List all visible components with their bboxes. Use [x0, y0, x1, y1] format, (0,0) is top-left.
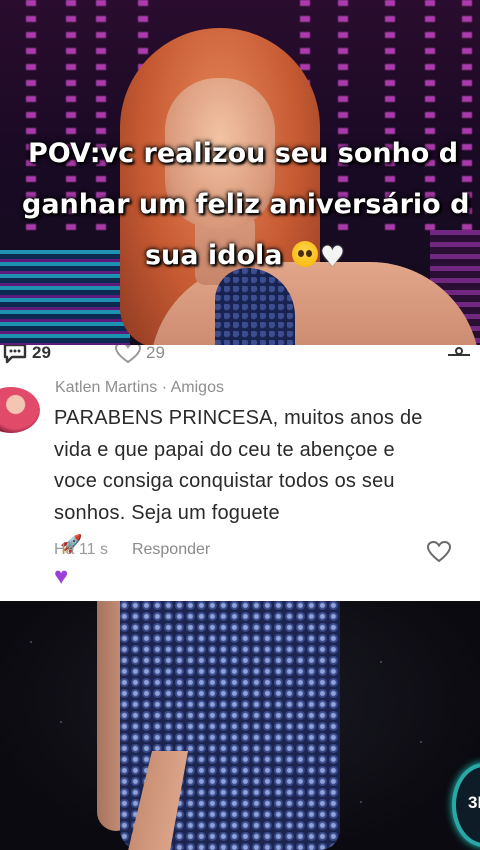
username[interactable]: Katlen Martins — [55, 379, 157, 396]
avatar-image — [0, 387, 40, 433]
pleading-face-icon — [291, 241, 318, 267]
relationship-label: Amigos — [170, 379, 224, 396]
like-heart-icon[interactable] — [426, 541, 452, 563]
caption-line-2: ganhar um feliz aniversário d — [22, 189, 470, 220]
white-heart-icon: ♥ — [319, 240, 346, 273]
like-count-button[interactable]: 29 — [114, 345, 165, 364]
background-sparkle — [420, 741, 422, 743]
reply-count-button[interactable]: 29 — [2, 345, 51, 364]
background-sparkle — [380, 661, 382, 663]
comment-header: Katlen Martins · Amigos — [55, 379, 224, 397]
engagement-bar: 29 29 — [0, 345, 480, 365]
more-options-icon[interactable] — [444, 345, 474, 363]
caption-line-1: POV:vc realizou seu sonho d — [28, 138, 459, 169]
comment-meta: Há 11 s Responder — [54, 541, 210, 559]
like-count: 29 — [146, 345, 165, 362]
separator: · — [157, 379, 171, 396]
video-frame-top[interactable]: POV:vc realizou seu sonho d ganhar um fe… — [0, 0, 480, 345]
avatar[interactable] — [0, 387, 40, 433]
purple-heart-icon: ♥ — [54, 562, 69, 590]
comment-card: Katlen Martins · Amigos PARABENS PRINCES… — [0, 365, 480, 601]
video-frame-bottom[interactable]: 3I — [0, 601, 480, 850]
reply-button[interactable]: Responder — [132, 541, 210, 559]
caption-line-3-text: sua idola — [144, 240, 283, 271]
background-sparkle — [30, 641, 32, 643]
comment-line-3: voce consiga conquistar todos os seu — [54, 470, 395, 492]
comment-timestamp: Há 11 s — [54, 541, 108, 558]
comment-line-2: vida e que papai do ceu te abençoe e — [54, 438, 395, 461]
caption-line-3: sua idola ♥ — [10, 230, 480, 282]
reply-icon — [3, 345, 27, 364]
background-sparkle — [60, 721, 62, 723]
music-disc-button[interactable]: 3I — [452, 763, 480, 847]
comment-line-1: PARABENS PRINCESA, muitos anos de — [54, 407, 423, 429]
background-sparkle — [360, 801, 362, 803]
comment-line-4-text: sonhos. Seja um foguete — [54, 501, 280, 524]
badge-text: 3I — [468, 793, 480, 812]
comment-text: PARABENS PRINCESA, muitos anos de vida e… — [54, 403, 480, 592]
reply-count: 29 — [32, 345, 51, 362]
heart-outline-icon — [114, 345, 142, 364]
video-caption: POV:vc realizou seu sonho d ganhar um fe… — [0, 128, 480, 282]
